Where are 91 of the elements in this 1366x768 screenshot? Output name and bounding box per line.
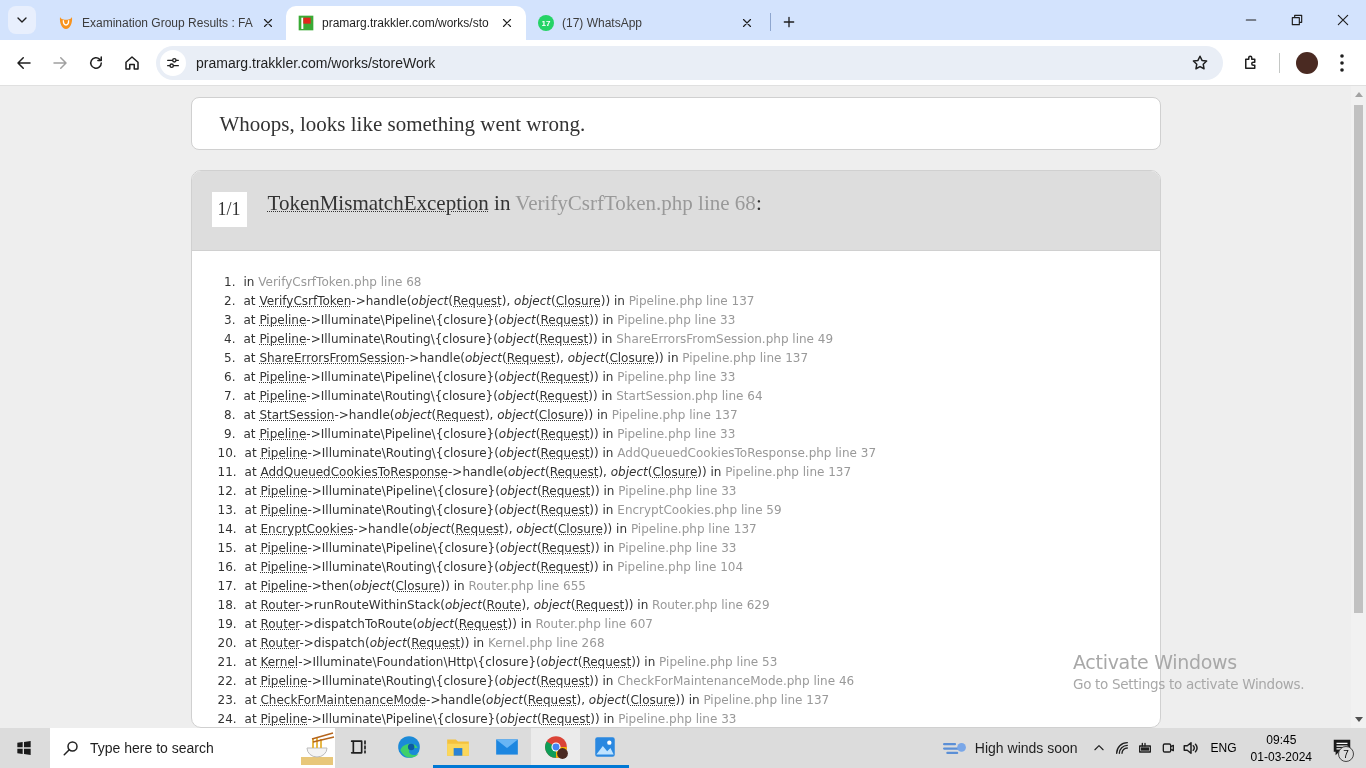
stack-frame: at Router->dispatchToRoute(object(Request)) in Router.php line 607: [244, 616, 653, 631]
site-settings-button[interactable]: [160, 49, 186, 76]
notification-count: 7: [1338, 746, 1354, 762]
reload-icon: [87, 53, 105, 72]
error-heading: Whoops, looks like something went wrong.: [219, 112, 587, 137]
plus-icon: [781, 14, 797, 30]
stack-frame: at VerifyCsrfToken->handle(object(Request), object(Closure)) in Pipeline.php line 137: [243, 293, 755, 308]
list-number: 16.: [217, 559, 237, 574]
stack-frame: at Pipeline->Illuminate\Routing\{closure}(object(Request)) in StartSession.php line 64: [243, 388, 763, 403]
list-number: 20.: [217, 635, 237, 650]
list-number: 14.: [217, 521, 237, 536]
list-number: 4.: [223, 331, 236, 346]
list-number: 10.: [217, 445, 237, 460]
stack-frame: at Kernel->Illuminate\Foundation\Http\{closure}(object(Request)) in Pipeline.php line 53: [244, 654, 778, 669]
wind-icon: [942, 742, 967, 754]
list-number: 3.: [223, 312, 236, 327]
browser-tab[interactable]: 17 (17) WhatsApp: [526, 6, 766, 40]
stack-frame: at CheckForMaintenanceMode->handle(object(Request), object(Closure)) in Pipeline.php line 137: [244, 692, 830, 707]
stack-frame: at Pipeline->Illuminate\Routing\{closure}(object(Request)) in CheckForMaintenanceMode.php line 46: [244, 673, 855, 688]
stack-frame: at Pipeline->Illuminate\Pipeline\{closure}(object(Request)) in Pipeline.php line 33: [244, 540, 737, 555]
list-number: 12.: [217, 483, 237, 498]
stack-frame: at Pipeline->Illuminate\Routing\{closure}(object(Request)) in ShareErrorsFromSession.php line 49: [243, 331, 834, 346]
scrollbar-thumb[interactable]: [1354, 105, 1363, 613]
home-icon: [123, 53, 141, 72]
stack-frame: at Pipeline->Illuminate\Routing\{closure}(object(Request)) in EncryptCookies.php line 59: [244, 502, 782, 517]
list-number: 5.: [223, 350, 236, 365]
search-field[interactable]: Type here to search: [50, 728, 335, 768]
stack-frame: at Pipeline->then(object(Closure)) in Router.php line 655: [244, 578, 586, 593]
exception-count: 1/1: [211, 192, 247, 227]
list-number: 24.: [217, 711, 237, 726]
notification-count: 17: [538, 15, 554, 31]
close-icon: [500, 16, 514, 30]
stack-frame: at Pipeline->Illuminate\Pipeline\{closure}(object(Request)) in Pipeline.php line 33: [243, 426, 736, 441]
list-number: 23.: [217, 692, 237, 707]
restore-icon: [1290, 13, 1304, 27]
search-input[interactable]: Type here to search: [88, 739, 283, 757]
stack-frame: in VerifyCsrfToken.php line 68: [243, 274, 422, 289]
list-number: 6.: [223, 369, 236, 384]
star-icon: [1191, 53, 1209, 72]
list-number: 8.: [223, 407, 236, 422]
stack-frame: at Pipeline->Illuminate\Pipeline\{closure}(object(Request)) in Pipeline.php line 33: [243, 312, 736, 327]
camera-icon: [1160, 740, 1177, 756]
activation-title: Activate Windows: [1073, 651, 1238, 673]
speaker-icon: [1182, 739, 1201, 757]
list-number: 22.: [217, 673, 237, 688]
stack-frame: at Pipeline->Illuminate\Pipeline\{closure}(object(Request)) in Pipeline.php line 33: [244, 483, 737, 498]
search-icon: [62, 739, 80, 757]
exception-title: TokenMismatchException in VerifyCsrfToken.php line 68:: [267, 191, 762, 216]
battery-icon: [1137, 740, 1154, 756]
stack-frame: at Router->runRouteWithinStack(object(Route), object(Request)) in Router.php line 629: [244, 597, 770, 612]
list-number: 19.: [217, 616, 237, 631]
stack-frame: at ShareErrorsFromSession->handle(object(Request), object(Closure)) in Pipeline.php line 137: [243, 350, 809, 365]
close-icon: [1336, 13, 1350, 27]
stack-frame: at EncryptCookies->handle(object(Request), object(Closure)) in Pipeline.php line 137: [244, 521, 757, 536]
stack-frame: at Router->dispatch(object(Request)) in Kernel.php line 268: [244, 635, 605, 650]
noodle-bowl-icon: [299, 730, 335, 766]
tab-search-button[interactable]: [8, 6, 36, 34]
stack-frame: at StartSession->handle(object(Request), object(Closure)) in Pipeline.php line 137: [243, 407, 738, 422]
chrome-icon: [542, 733, 569, 760]
stack-frame: at Pipeline->Illuminate\Pipeline\{closure}(object(Request)) in Pipeline.php line 33: [244, 711, 737, 726]
clock[interactable]: 09:45 01-03-2024: [1244, 728, 1318, 768]
close-icon: [740, 16, 754, 30]
menu-icon: [1340, 53, 1344, 72]
list-number: 17.: [217, 578, 237, 593]
list-number: 11.: [217, 464, 237, 479]
windows-logo-icon: [16, 740, 32, 756]
list-number: 7.: [223, 388, 236, 403]
stack-frame: at Pipeline->Illuminate\Routing\{closure}(object(Request)) in Pipeline.php line 104: [244, 559, 744, 574]
list-number: 2.: [223, 293, 236, 308]
notification-button[interactable]: 7: [1318, 728, 1366, 768]
list-number: 9.: [223, 426, 236, 441]
stack-frame: at Pipeline->Illuminate\Routing\{closure}(object(Request)) in AddQueuedCookiesToResponse.php line 37: [244, 445, 877, 460]
activation-subtitle: Go to Settings to activate Windows.: [1073, 676, 1305, 692]
list-number: 18.: [217, 597, 237, 612]
list-number: 1.: [223, 274, 236, 289]
flag-icon: [298, 15, 314, 31]
network-icon: [1114, 740, 1131, 756]
list-number: 15.: [217, 540, 237, 555]
taskbar-app[interactable]: [531, 728, 580, 768]
browser-tab[interactable]: Examination Group Results : FA: [46, 6, 286, 40]
list-number: 13.: [217, 502, 237, 517]
shield-icon: [58, 15, 74, 31]
list-number: 21.: [217, 654, 237, 669]
stack-frame: at AddQueuedCookiesToResponse->handle(object(Request), object(Closure)) in Pipeline.php line 137: [244, 464, 852, 479]
weather-widget[interactable]: High winds soon: [932, 728, 1088, 768]
stack-frame: at Pipeline->Illuminate\Pipeline\{closure}(object(Request)) in Pipeline.php line 33: [243, 369, 736, 384]
browser-tab[interactable]: pramarg.trakkler.com/works/sto: [286, 6, 526, 40]
profile-avatar[interactable]: [1296, 51, 1318, 74]
language-indicator[interactable]: ENG: [1202, 728, 1245, 768]
address-bar[interactable]: pramarg.trakkler.com/works/storeWork: [156, 45, 1223, 80]
edge-browser-icon: [395, 733, 422, 760]
